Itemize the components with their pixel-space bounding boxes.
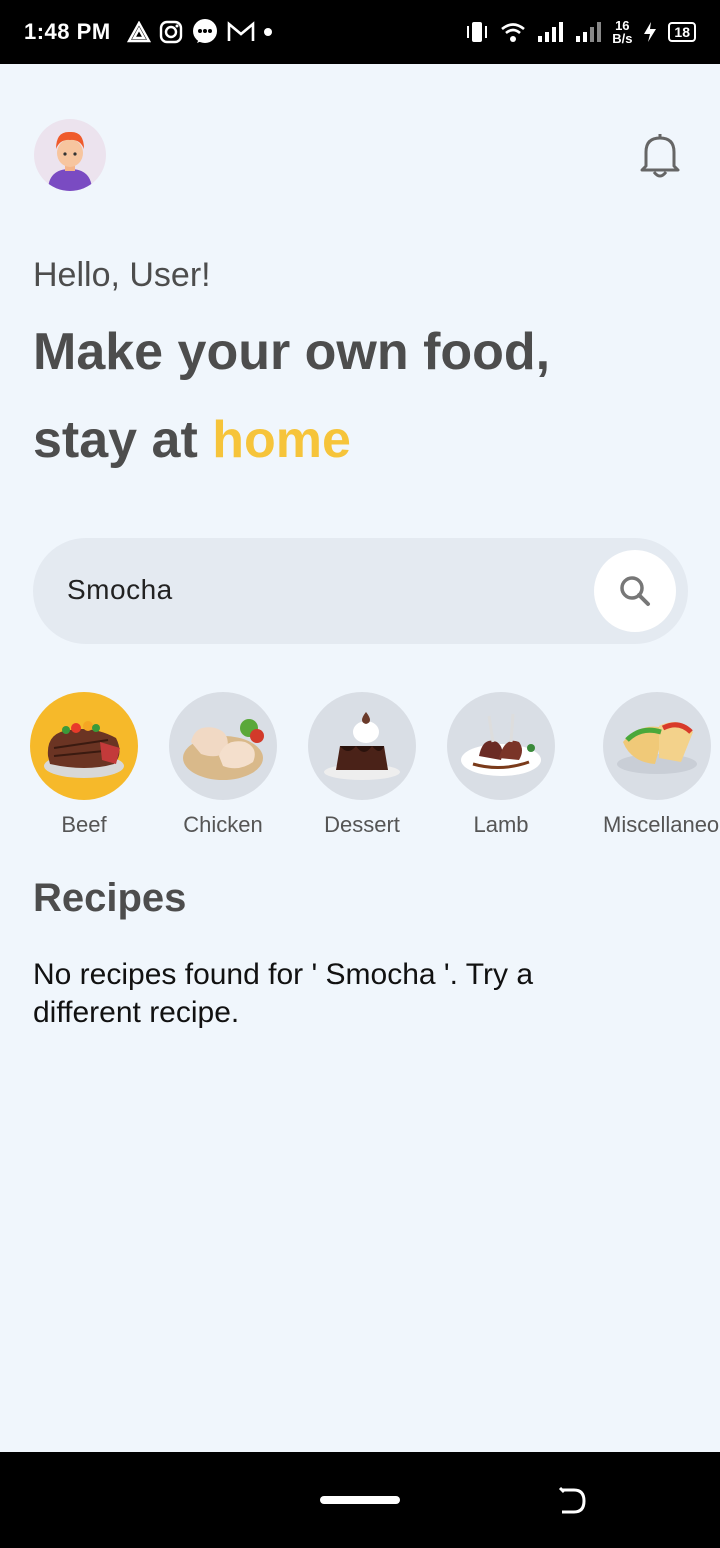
chicken-image-icon bbox=[183, 719, 264, 780]
search-icon bbox=[620, 576, 650, 606]
empty-recipes-message: No recipes found for ' Smocha '. Try a d… bbox=[33, 958, 534, 1029]
search-input[interactable] bbox=[67, 568, 587, 612]
category-image-miscellaneous bbox=[603, 692, 711, 800]
battery-level: 18 bbox=[668, 22, 696, 42]
messages-icon bbox=[192, 19, 217, 43]
category-image-chicken bbox=[169, 692, 277, 800]
category-label: Chicken bbox=[183, 812, 263, 837]
signal-icon bbox=[538, 22, 564, 42]
category-label: Lamb bbox=[473, 812, 529, 837]
lamb-image-icon bbox=[461, 713, 541, 776]
status-bar: 1:48 PM 16 B/s 18 bbox=[0, 0, 720, 64]
beef-image-icon bbox=[44, 721, 124, 778]
drive-icon bbox=[126, 21, 151, 43]
user-avatar-icon bbox=[48, 131, 92, 191]
net-speed: 16 B/s bbox=[612, 19, 632, 45]
headline-accent: home bbox=[212, 411, 351, 469]
net-speed-unit: B/s bbox=[612, 31, 633, 46]
category-image-lamb bbox=[447, 692, 555, 800]
headline-prefix: stay at bbox=[33, 411, 213, 469]
category-lamb[interactable]: Lamb bbox=[447, 692, 555, 838]
navigation-bar bbox=[0, 1452, 720, 1548]
home-gesture-handle[interactable] bbox=[320, 1496, 400, 1504]
category-label: Miscellaneous bbox=[603, 812, 720, 837]
headline-line-2: stay at home bbox=[33, 410, 351, 470]
back-gesture-icon[interactable] bbox=[556, 1486, 588, 1516]
wifi-icon bbox=[501, 23, 526, 42]
category-miscellaneous[interactable]: Miscellaneous bbox=[603, 692, 720, 838]
category-label: Beef bbox=[61, 812, 107, 837]
dessert-image-icon bbox=[324, 712, 400, 780]
headline-line-1: Make your own food, bbox=[33, 323, 551, 381]
recipes-title: Recipes bbox=[33, 876, 187, 920]
signal-icon-2 bbox=[576, 22, 602, 42]
instagram-icon bbox=[159, 20, 182, 44]
gmail-icon bbox=[227, 21, 254, 41]
category-label: Dessert bbox=[324, 812, 400, 837]
status-time: 1:48 PM bbox=[24, 19, 111, 44]
avatar[interactable] bbox=[34, 119, 106, 191]
category-image-beef bbox=[30, 692, 138, 800]
category-chicken[interactable]: Chicken bbox=[169, 692, 277, 838]
search-bar bbox=[33, 538, 688, 644]
tacos-image-icon bbox=[617, 722, 697, 774]
charging-icon bbox=[644, 22, 657, 42]
category-image-dessert bbox=[308, 692, 416, 800]
system-icons: 16 B/s 18 bbox=[464, 19, 696, 45]
category-dessert[interactable]: Dessert bbox=[308, 692, 416, 838]
category-beef[interactable]: Beef bbox=[30, 692, 138, 838]
notification-icons bbox=[126, 18, 273, 46]
vibrate-icon bbox=[467, 22, 488, 42]
dot-icon bbox=[263, 28, 272, 36]
search-button[interactable] bbox=[594, 550, 676, 632]
notification-bell-icon[interactable] bbox=[636, 130, 684, 180]
greeting: Hello, User! bbox=[33, 256, 211, 294]
